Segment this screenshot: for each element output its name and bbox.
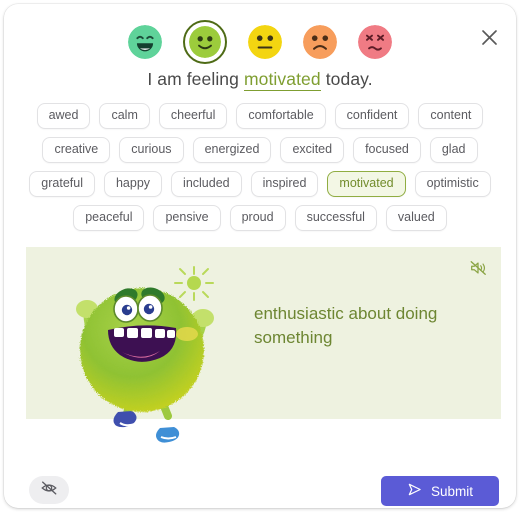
chip-grateful[interactable]: grateful <box>29 171 95 197</box>
chip-focused[interactable]: focused <box>353 137 421 163</box>
chip-creative[interactable]: creative <box>42 137 111 163</box>
sentence-suffix: today. <box>320 69 373 89</box>
feelings-dialog: I am feeling motivated today. awed calm … <box>4 4 516 508</box>
chip-energized[interactable]: energized <box>192 137 272 163</box>
sentence-prefix: I am feeling <box>147 69 244 89</box>
chip-happy[interactable]: happy <box>103 171 163 197</box>
chip-content[interactable]: content <box>418 103 484 129</box>
confounded-face-icon <box>358 25 392 59</box>
chip-glad[interactable]: glad <box>429 137 478 163</box>
feeling-sentence: I am feeling motivated today. <box>4 69 516 91</box>
eye-slash-icon <box>40 479 58 502</box>
submit-label: Submit <box>430 483 474 499</box>
hide-toggle-button[interactable] <box>29 476 69 504</box>
chip-excited[interactable]: excited <box>280 137 345 163</box>
chip-included[interactable]: included <box>171 171 242 197</box>
submit-button[interactable]: Submit <box>381 476 499 506</box>
chip-comfortable[interactable]: comfortable <box>236 103 326 129</box>
frowning-face-icon <box>303 25 337 59</box>
smiling-face-icon <box>189 26 221 58</box>
chip-inspired[interactable]: inspired <box>250 171 319 197</box>
selected-feeling-word: motivated <box>243 69 321 91</box>
speaker-muted-icon <box>469 259 487 282</box>
definition-panel: enthusiastic about doing something <box>26 247 501 419</box>
neutral-face-icon <box>248 25 282 59</box>
mood-happy-button[interactable] <box>183 20 227 64</box>
chip-calm[interactable]: calm <box>99 103 150 129</box>
mood-selector <box>4 19 516 65</box>
send-icon <box>407 482 422 500</box>
chip-peaceful[interactable]: peaceful <box>73 205 145 231</box>
chip-valued[interactable]: valued <box>385 205 447 231</box>
chip-optimistic[interactable]: optimistic <box>414 171 491 197</box>
mood-distressed-button[interactable] <box>358 25 392 59</box>
mood-sad-button[interactable] <box>303 25 337 59</box>
chip-awed[interactable]: awed <box>36 103 91 129</box>
chip-pensive[interactable]: pensive <box>153 205 221 231</box>
mute-audio-button[interactable] <box>467 259 489 281</box>
chip-motivated[interactable]: motivated <box>327 171 406 197</box>
smiling-face-closed-eyes-icon <box>128 25 162 59</box>
chip-curious[interactable]: curious <box>119 137 184 163</box>
chip-successful[interactable]: successful <box>294 205 377 231</box>
feeling-chip-list: awed calm cheerful comfortable confident… <box>26 103 494 231</box>
mood-very-happy-button[interactable] <box>128 25 162 59</box>
definition-text: enthusiastic about doing something <box>254 304 438 347</box>
chip-confident[interactable]: confident <box>334 103 410 129</box>
chip-proud[interactable]: proud <box>229 205 286 231</box>
mood-neutral-button[interactable] <box>248 25 282 59</box>
chip-cheerful[interactable]: cheerful <box>158 103 228 129</box>
